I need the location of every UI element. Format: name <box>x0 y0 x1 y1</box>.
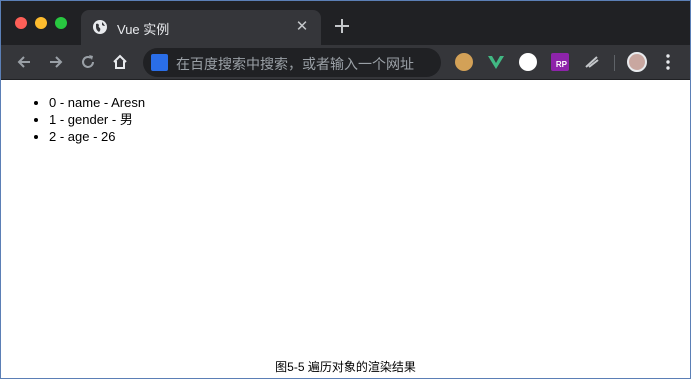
address-bar[interactable]: 在百度搜索中搜索，或者输入一个网址 <box>143 48 441 77</box>
figure-caption: 图5-5 遍历对象的渲染结果 <box>275 360 416 374</box>
browser-toolbar: 在百度搜索中搜索，或者输入一个网址 RP <box>1 45 690 80</box>
globe-icon <box>93 20 107 34</box>
circle-extension-icon[interactable] <box>519 53 537 71</box>
tab-close-button[interactable]: ✕ <box>293 18 311 36</box>
toolbar-divider <box>614 55 615 71</box>
close-window-button[interactable] <box>15 17 27 29</box>
browser-titlebar: Vue 实例 ✕ <box>1 1 690 45</box>
baidu-search-icon <box>151 54 168 71</box>
page-content: 0 - name - Aresn 1 - gender - 男 2 - age … <box>1 81 690 351</box>
new-tab-button[interactable] <box>332 16 352 36</box>
back-arrow-icon[interactable] <box>15 53 33 71</box>
tab-vue-instance[interactable]: Vue 实例 ✕ <box>81 10 321 45</box>
more-vert-icon[interactable] <box>661 53 675 71</box>
profile-avatar[interactable] <box>627 52 647 72</box>
cookie-icon[interactable] <box>455 53 473 71</box>
list-item: 2 - age - 26 <box>49 128 145 145</box>
rp-extension-icon[interactable]: RP <box>551 53 569 71</box>
figure-frame: Vue 实例 ✕ 在百度搜索中搜索，或者输入一个网址 RP • 0 - name… <box>0 0 691 379</box>
pen-extension-icon[interactable] <box>583 53 601 71</box>
home-icon[interactable] <box>111 53 129 71</box>
list-item: 1 - gender - 男 <box>49 111 145 128</box>
address-bar-placeholder: 在百度搜索中搜索，或者输入一个网址 <box>176 56 414 72</box>
reload-icon[interactable] <box>79 53 97 71</box>
maximize-window-button[interactable] <box>55 17 67 29</box>
forward-arrow-icon[interactable] <box>47 53 65 71</box>
vue-devtools-icon[interactable] <box>487 53 505 71</box>
tab-title: Vue 实例 <box>117 22 170 37</box>
object-list: 0 - name - Aresn 1 - gender - 男 2 - age … <box>1 94 145 145</box>
list-item: 0 - name - Aresn <box>49 94 145 111</box>
minimize-window-button[interactable] <box>35 17 47 29</box>
